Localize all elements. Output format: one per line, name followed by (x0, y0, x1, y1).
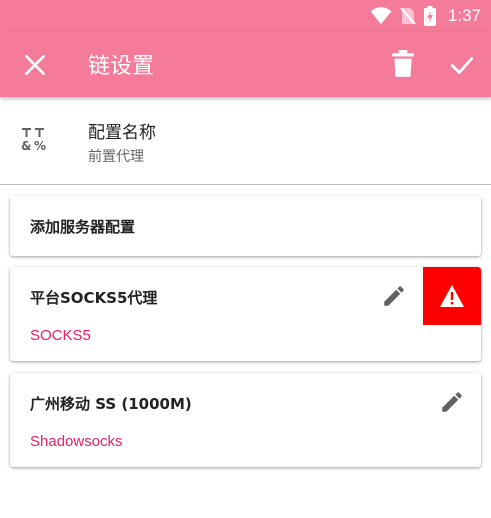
status-bar: 1:37 (0, 0, 491, 32)
text-format-icon: & % (21, 128, 46, 152)
wifi-icon (370, 7, 392, 25)
battery-charging-icon (423, 6, 436, 26)
no-sim-icon (400, 7, 416, 25)
server-type: Shadowsocks (30, 433, 123, 450)
close-icon[interactable] (22, 52, 48, 78)
server-card[interactable]: 广州移动 SS (1000M) Shadowsocks (10, 373, 481, 467)
server-type: SOCKS5 (30, 327, 91, 344)
check-icon[interactable] (448, 52, 476, 78)
svg-text:%: % (34, 139, 46, 152)
server-card[interactable]: 平台SOCKS5代理 SOCKS5 (10, 267, 481, 361)
config-name-label: 配置名称 (88, 123, 156, 143)
app-bar: 链设置 (0, 32, 491, 97)
status-time: 1:37 (447, 6, 481, 25)
edit-icon[interactable] (381, 283, 407, 309)
edit-icon[interactable] (439, 389, 465, 415)
warning-button[interactable] (423, 267, 481, 325)
config-name-value: 前置代理 (88, 149, 144, 165)
add-server-label: 添加服务器配置 (30, 218, 136, 236)
svg-text:&: & (21, 139, 31, 152)
config-name-row[interactable]: & % 配置名称 前置代理 (0, 97, 491, 185)
add-server-button[interactable]: 添加服务器配置 (10, 196, 481, 256)
page-title: 链设置 (88, 54, 155, 79)
warning-icon (440, 285, 464, 307)
server-name: 广州移动 SS (1000M) (30, 395, 192, 413)
delete-icon[interactable] (390, 50, 416, 78)
server-name: 平台SOCKS5代理 (30, 289, 158, 307)
